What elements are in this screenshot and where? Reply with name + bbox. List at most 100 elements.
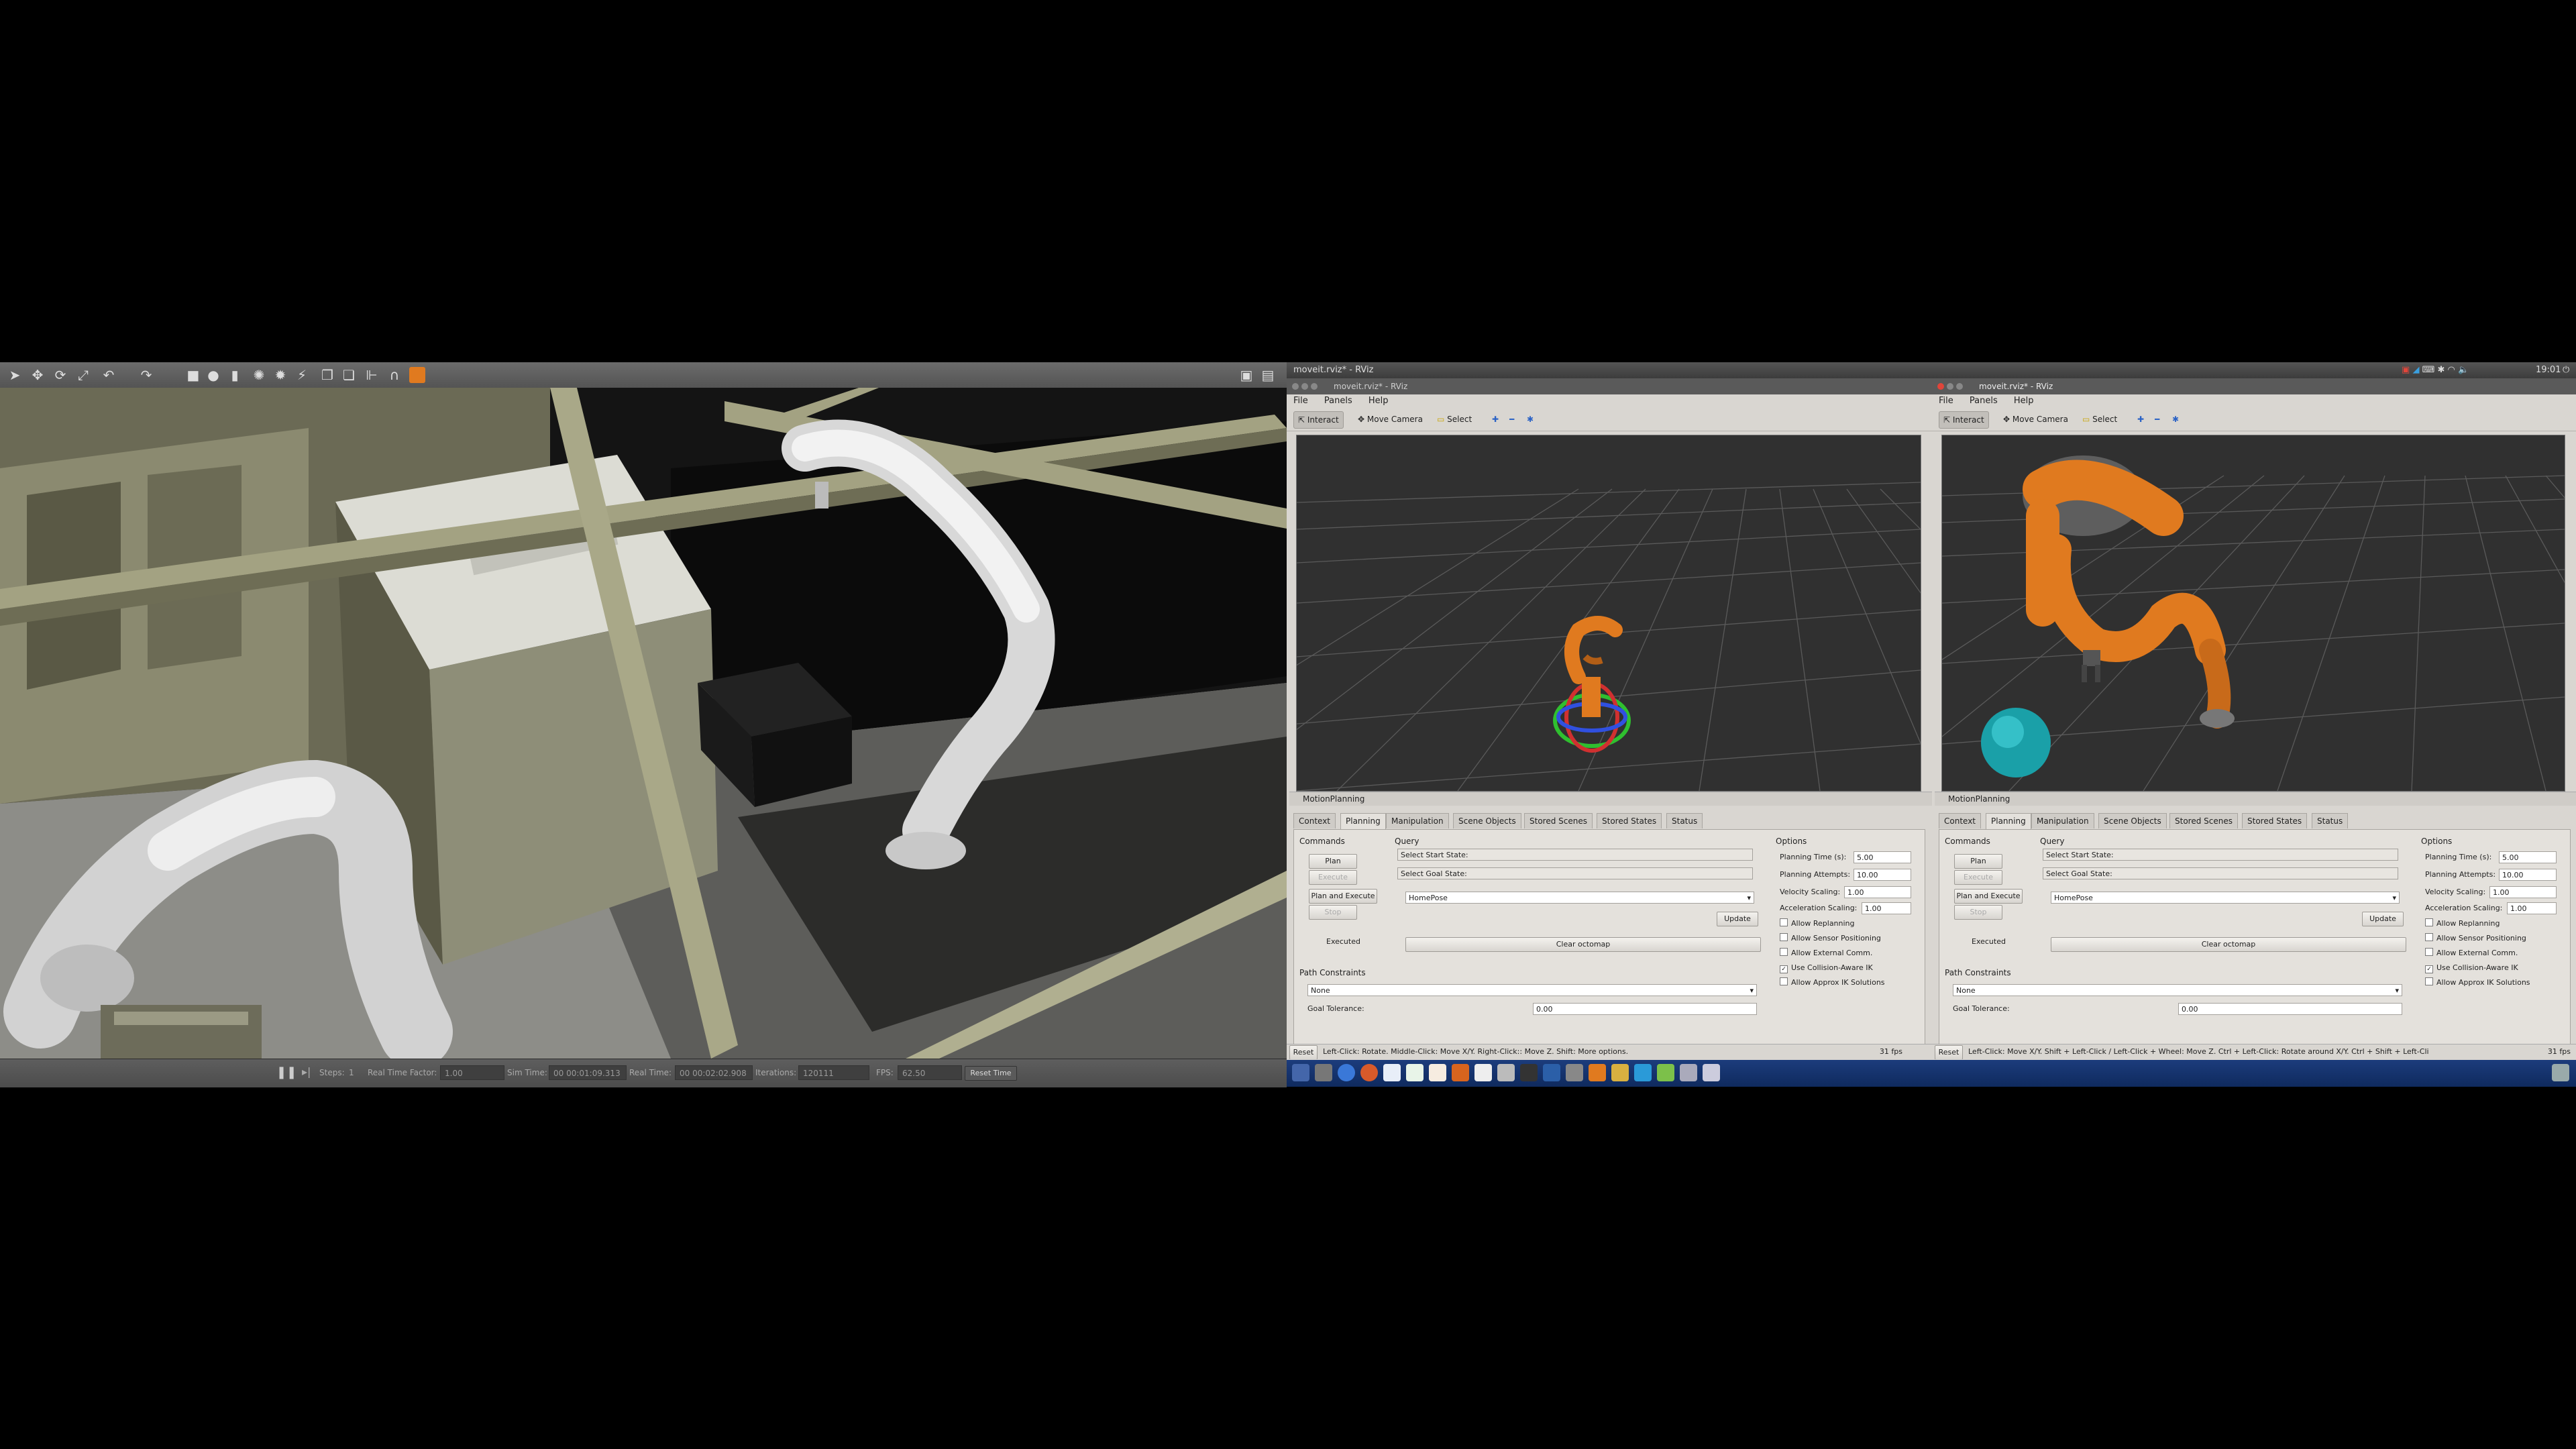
plan-and-execute-button[interactable]: Plan and Execute [1309, 889, 1377, 904]
cylinder-icon[interactable]: ▮ [227, 367, 243, 383]
copy-icon[interactable]: ❐ [319, 367, 335, 383]
pause-icon[interactable]: ❚❚ [276, 1065, 297, 1079]
clear-octomap-button[interactable]: Clear octomap [1405, 937, 1761, 952]
allow-external-comm-checkbox[interactable]: Allow External Comm. [2425, 948, 2518, 959]
gazebo-3d-scene[interactable] [0, 388, 1287, 1059]
amazon-icon[interactable] [1474, 1064, 1492, 1081]
software-center-icon[interactable] [1452, 1064, 1469, 1081]
interact-tool[interactable]: ⇱ Interact [1939, 411, 1989, 429]
maximize-icon[interactable] [1956, 383, 1963, 390]
plan-button[interactable]: Plan [1954, 854, 2002, 869]
trash-icon[interactable] [1703, 1064, 1720, 1081]
update-button[interactable]: Update [1717, 912, 1758, 926]
use-collision-aware-ik-checkbox[interactable]: ✓ Use Collision-Aware IK [2425, 963, 2518, 973]
allow-external-comm-checkbox[interactable]: Allow External Comm. [1780, 948, 1872, 959]
close-icon[interactable] [1937, 383, 1944, 390]
tab-scene-objects[interactable]: Scene Objects [2098, 813, 2167, 828]
box-icon[interactable]: ■ [185, 367, 201, 383]
tab-status[interactable]: Status [1666, 813, 1703, 828]
select-start-state[interactable]: Select Start State: [2043, 849, 2398, 861]
camera-icon[interactable]: ▣ [2402, 365, 2410, 375]
select-goal-state[interactable]: Select Goal State: [2043, 867, 2398, 879]
record-icon[interactable]: ▤ [1260, 367, 1276, 383]
steps-value[interactable]: 1 [349, 1068, 354, 1077]
execute-button[interactable]: Execute [1309, 870, 1357, 885]
stop-button[interactable]: Stop [1954, 905, 2002, 920]
qt-icon[interactable] [1657, 1064, 1674, 1081]
firefox-icon[interactable] [1360, 1064, 1378, 1081]
allow-replanning-checkbox[interactable]: Allow Replanning [2425, 918, 2500, 929]
tab-status[interactable]: Status [2312, 813, 2349, 828]
gazebo-icon[interactable] [1566, 1064, 1583, 1081]
reset-button[interactable]: Reset [1935, 1045, 1963, 1059]
show-desktop-icon[interactable] [2552, 1064, 2569, 1081]
acceleration-scaling-spinbox[interactable]: 1.00 [2507, 902, 2557, 914]
tool-options-icon[interactable]: ✱ [1523, 411, 1538, 427]
add-tool-icon[interactable]: ✚ [2133, 411, 2148, 427]
allow-replanning-checkbox[interactable]: Allow Replanning [1780, 918, 1855, 929]
minimize-icon[interactable] [1947, 383, 1953, 390]
text-editor-icon[interactable] [1589, 1064, 1606, 1081]
tab-planning[interactable]: Planning [1340, 813, 1386, 830]
libreoffice-calc-icon[interactable] [1406, 1064, 1424, 1081]
remove-tool-icon[interactable]: ━ [2151, 411, 2163, 427]
tab-stored-scenes[interactable]: Stored Scenes [1524, 813, 1593, 828]
allow-approx-ik-checkbox[interactable]: Allow Approx IK Solutions [2425, 977, 2530, 988]
goal-state-dropdown[interactable]: HomePose ▾ [2051, 892, 2400, 904]
plan-button[interactable]: Plan [1309, 854, 1357, 869]
goal-tolerance-spinbox[interactable]: 0.00 [2178, 1003, 2402, 1015]
allow-sensor-positioning-checkbox[interactable]: Allow Sensor Positioning [1780, 933, 1881, 944]
menu-help[interactable]: Help [2014, 396, 2034, 406]
select-tool[interactable]: ▭ Select [2078, 411, 2121, 427]
planning-attempts-spinbox[interactable]: 10.00 [2499, 869, 2557, 881]
snap-icon[interactable]: ∩ [386, 367, 402, 383]
sphere-icon[interactable]: ● [205, 367, 221, 383]
menu-file[interactable]: File [1939, 396, 1953, 406]
tab-stored-states[interactable]: Stored States [1597, 813, 1662, 828]
step-icon[interactable]: ▸| [302, 1065, 311, 1078]
spot-light-icon[interactable]: ✹ [272, 367, 288, 383]
execute-button[interactable]: Execute [1954, 870, 2002, 885]
tab-manipulation[interactable]: Manipulation [2031, 813, 2094, 828]
ubuntu-dash-icon[interactable] [1292, 1064, 1309, 1081]
minimize-icon[interactable] [1301, 383, 1308, 390]
files-icon[interactable] [1315, 1064, 1332, 1081]
path-constraints-dropdown[interactable]: None ▾ [1307, 984, 1757, 996]
align-icon[interactable]: ⊩ [364, 367, 380, 383]
tab-planning[interactable]: Planning [1986, 813, 2031, 830]
clock[interactable]: 19:01 [2536, 362, 2561, 378]
acceleration-scaling-spinbox[interactable]: 1.00 [1862, 902, 1911, 914]
planning-time-spinbox[interactable]: 5.00 [1854, 851, 1911, 863]
pointer-icon[interactable]: ➤ [7, 367, 23, 383]
rviz-3d-view[interactable] [1296, 435, 1921, 792]
tab-scene-objects[interactable]: Scene Objects [1453, 813, 1521, 828]
stop-button[interactable]: Stop [1309, 905, 1357, 920]
tab-context[interactable]: Context [1939, 813, 1982, 828]
planning-time-spinbox[interactable]: 5.00 [2499, 851, 2557, 863]
wifi-icon[interactable]: ◠ [2448, 365, 2455, 375]
add-tool-icon[interactable]: ✚ [1488, 411, 1503, 427]
plan-and-execute-button[interactable]: Plan and Execute [1954, 889, 2023, 904]
directional-light-icon[interactable]: ⚡ [294, 367, 310, 383]
close-icon[interactable] [1292, 383, 1299, 390]
screenshot-icon[interactable]: ▣ [1238, 367, 1254, 383]
sublime-icon[interactable] [1611, 1064, 1629, 1081]
point-light-icon[interactable]: ✺ [251, 367, 267, 383]
menu-panels[interactable]: Panels [1970, 396, 1998, 406]
paste-icon[interactable]: ❏ [341, 367, 357, 383]
rviz-3d-view[interactable] [1941, 435, 2565, 792]
velocity-scaling-spinbox[interactable]: 1.00 [1844, 886, 1911, 898]
telegram-icon[interactable] [1634, 1064, 1652, 1081]
select-goal-state[interactable]: Select Goal State: [1397, 867, 1753, 879]
libreoffice-writer-icon[interactable] [1383, 1064, 1401, 1081]
rviz-icon[interactable] [1543, 1064, 1560, 1081]
tool-options-icon[interactable]: ✱ [2168, 411, 2183, 427]
tab-stored-scenes[interactable]: Stored Scenes [2169, 813, 2238, 828]
remove-tool-icon[interactable]: ━ [1505, 411, 1518, 427]
chrome-icon[interactable] [1338, 1064, 1355, 1081]
translate-icon[interactable]: ✥ [30, 367, 46, 383]
move-camera-tool[interactable]: ✥ Move Camera [1354, 411, 1427, 427]
maximize-icon[interactable] [1311, 383, 1318, 390]
select-tool[interactable]: ▭ Select [1433, 411, 1476, 427]
keyboard-icon[interactable]: ⌨ [2422, 365, 2435, 375]
